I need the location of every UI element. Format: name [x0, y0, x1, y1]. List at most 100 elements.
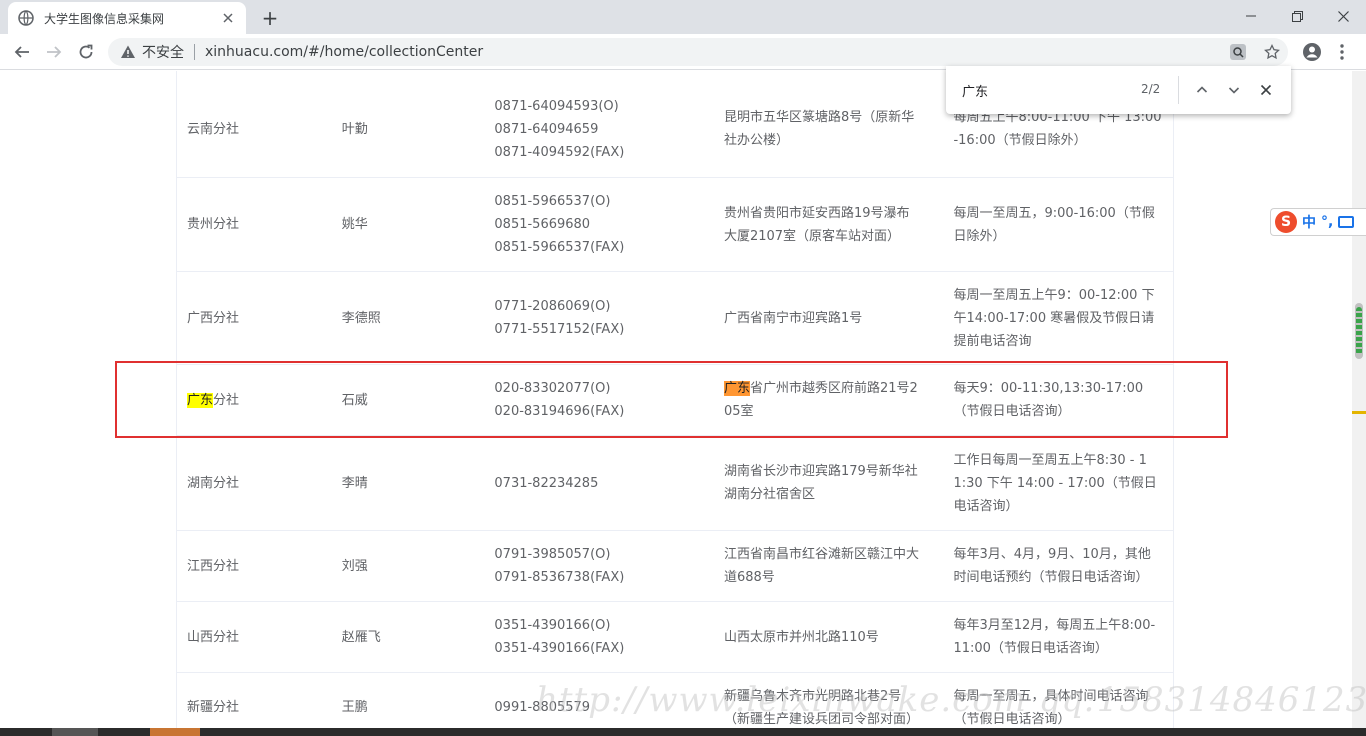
phone-line: 0851-5966537(O) [494, 194, 611, 209]
table-row-guangdong: 广东分社 石威 020-83302077(O) 020-83194696(FAX… [177, 365, 1173, 436]
taskbar-item-active[interactable] [150, 728, 200, 736]
taskbar-item[interactable] [52, 728, 98, 736]
find-input[interactable] [962, 80, 1122, 100]
new-tab-button[interactable]: + [258, 6, 282, 30]
address-bar[interactable]: 不安全 xinhuacu.com/#/home/collectionCenter [108, 38, 1288, 66]
hours-line: 工作日每周一至周五上午8:30 - 1 [953, 452, 1147, 468]
table-row: 山西分社 赵雁飞 0351-4390166(O) 0351-4390166(FA… [177, 602, 1173, 673]
star-icon[interactable] [1260, 42, 1284, 62]
phone-line: 0351-4390166(FAX) [494, 641, 625, 656]
profile-icon[interactable] [1298, 38, 1326, 66]
hours-line: （节假日电话咨询） [953, 711, 1071, 727]
security-label[interactable]: 不安全 [142, 42, 184, 62]
table-row: 新疆分社 王鹏 0991-8805579 新疆乌鲁木齐市光明路北巷2号 （新疆生… [177, 673, 1173, 728]
contact-cell: 王鹏 [341, 700, 368, 715]
address-cell: 广东省广州市越秀区府前路21号2 05室 [714, 377, 944, 423]
hours-line: 每年3月至12月，每周五上午8:00- [953, 618, 1156, 633]
hours-line: 电话咨询） [953, 498, 1019, 514]
os-taskbar [0, 728, 1366, 736]
phone-cell: 0851-5966537(O) 0851-5669680 0851-596653… [484, 190, 714, 259]
address-cell: 江西省南昌市红谷滩新区赣江中大 道688号 [714, 543, 944, 589]
contact-cell: 刘强 [341, 558, 368, 574]
address-line: 广东省广州市越秀区府前路21号2 [723, 377, 934, 400]
menu-icon[interactable] [1328, 38, 1356, 66]
find-divider [1178, 76, 1179, 104]
hours-line: 每周一至周五上午9：00-12:00 下 [953, 287, 1155, 303]
tab-title: 大学生图像信息采集网 [44, 11, 165, 26]
back-icon[interactable] [8, 38, 36, 66]
keyboard-icon[interactable] [1338, 216, 1355, 228]
reload-icon[interactable] [72, 38, 100, 66]
table-row: 广西分社 李德照 0771-2086069(O) 0771-5517152(FA… [177, 272, 1173, 365]
address-line: 昆明市五华区篆塘路8号（原新华 [723, 110, 915, 125]
ime-punctuation[interactable]: °, [1321, 214, 1333, 230]
globe-icon [18, 10, 34, 26]
address-line: 湖南分社宿舍区 [723, 487, 815, 502]
branch-cell: 云南分社 [187, 121, 240, 137]
branch-cell: 湖南分社 [187, 475, 240, 491]
address-cell: 昆明市五华区篆塘路8号（原新华 社办公楼） [714, 106, 944, 152]
hours-line: 1:30 下午 14:00 - 17:00（节假日 [953, 475, 1157, 491]
browser-toolbar: 不安全 xinhuacu.com/#/home/collectionCenter [0, 34, 1366, 70]
phone-line: 0991-8805579 [494, 700, 591, 715]
address-line: 贵州省贵阳市延安西路19号瀑布 [723, 205, 910, 221]
hours-cell: 每天9：00-11:30,13:30-17:00 （节假日电话咨询） [943, 377, 1173, 423]
phone-cell: 0731-82234285 [484, 472, 714, 495]
hours-cell: 工作日每周一至周五上午8:30 - 1 1:30 下午 14:00 - 17:0… [943, 449, 1173, 518]
address-line: 社办公楼） [723, 133, 789, 148]
ime-mode[interactable]: 中 [1302, 212, 1316, 232]
phone-line: 0871-64094593(O) [494, 98, 619, 114]
hours-line: -16:00（节假日除外） [953, 133, 1087, 148]
address-line: 江西省南昌市红谷滩新区赣江中大 [723, 547, 919, 562]
contact-cell: 李晴 [341, 475, 368, 491]
find-icon[interactable] [1226, 42, 1250, 62]
contact-cell: 石威 [341, 392, 368, 408]
url-text[interactable]: xinhuacu.com/#/home/collectionCenter [205, 44, 1288, 60]
address-line: 道688号 [723, 570, 775, 585]
branch-suffix: 分社 [213, 392, 240, 408]
phone-line: 0851-5669680 [494, 217, 591, 232]
find-result-marker [1352, 411, 1366, 414]
active-tab[interactable]: 大学生图像信息采集网 [8, 2, 246, 34]
hours-line: 11:00（节假日电话咨询） [953, 641, 1108, 656]
scroll-thumb-marker [1356, 307, 1362, 355]
ime-toolbar[interactable]: S 中 °, [1270, 208, 1366, 236]
find-current-highlight: 广东 [723, 381, 750, 396]
address-line: 广西省南宁市迎宾路1号 [723, 310, 863, 326]
branch-cell: 广东分社 [177, 389, 332, 412]
close-icon[interactable] [220, 10, 236, 26]
address-line: 山西太原市并州北路110号 [723, 629, 879, 645]
contact-cell: 赵雁飞 [341, 629, 381, 645]
chevron-up-icon[interactable] [1190, 78, 1214, 102]
hours-line: 日除外） [953, 228, 1006, 244]
minimize-icon[interactable] [1228, 2, 1274, 30]
hours-line: 每天9：00-11:30,13:30-17:00 [953, 381, 1144, 396]
phone-cell: 0791-3985057(O) 0791-8536738(FAX) [484, 543, 714, 589]
address-cell: 山西太原市并州北路110号 [714, 626, 944, 649]
tab-strip: 大学生图像信息采集网 + [0, 0, 1366, 34]
table-row: 江西分社 刘强 0791-3985057(O) 0791-8536738(FAX… [177, 531, 1173, 602]
hours-line: 午14:00-17:00 寒暑假及节假日请 [953, 310, 1155, 326]
branch-table: 云南分社 叶勤 0871-64094593(O) 0871-64094659 0… [176, 71, 1174, 728]
branch-cell: 贵州分社 [187, 217, 240, 232]
chevron-down-icon[interactable] [1222, 78, 1246, 102]
forward-icon[interactable] [40, 38, 68, 66]
phone-line: 0771-2086069(O) [494, 299, 611, 314]
sogou-logo-icon: S [1275, 211, 1297, 233]
page-content: 云南分社 叶勤 0871-64094593(O) 0871-64094659 0… [0, 71, 1352, 728]
contact-cell: 叶勤 [341, 121, 368, 137]
window-close-icon[interactable] [1320, 2, 1366, 30]
find-close-icon[interactable] [1254, 78, 1278, 102]
phone-cell: 0771-2086069(O) 0771-5517152(FAX) [484, 295, 714, 341]
hours-cell: 每年3月、4月，9月、10月，其他 时间电话预约（节假日电话咨询） [943, 543, 1173, 589]
hours-line: （节假日电话咨询） [953, 404, 1071, 419]
warning-icon[interactable] [120, 44, 136, 60]
hours-line: 时间电话预约（节假日电话咨询） [953, 570, 1149, 585]
phone-cell: 0871-64094593(O) 0871-64094659 0871-4094… [484, 95, 714, 164]
phone-line: 0851-5966537(FAX) [494, 240, 625, 255]
address-rest: 省广州市越秀区府前路21号2 [749, 381, 918, 396]
phone-line: 0791-3985057(O) [494, 547, 611, 562]
maximize-icon[interactable] [1274, 2, 1320, 30]
page-scrollbar[interactable] [1352, 71, 1366, 728]
address-line: 大厦2107室（原客车站对面） [723, 228, 901, 244]
